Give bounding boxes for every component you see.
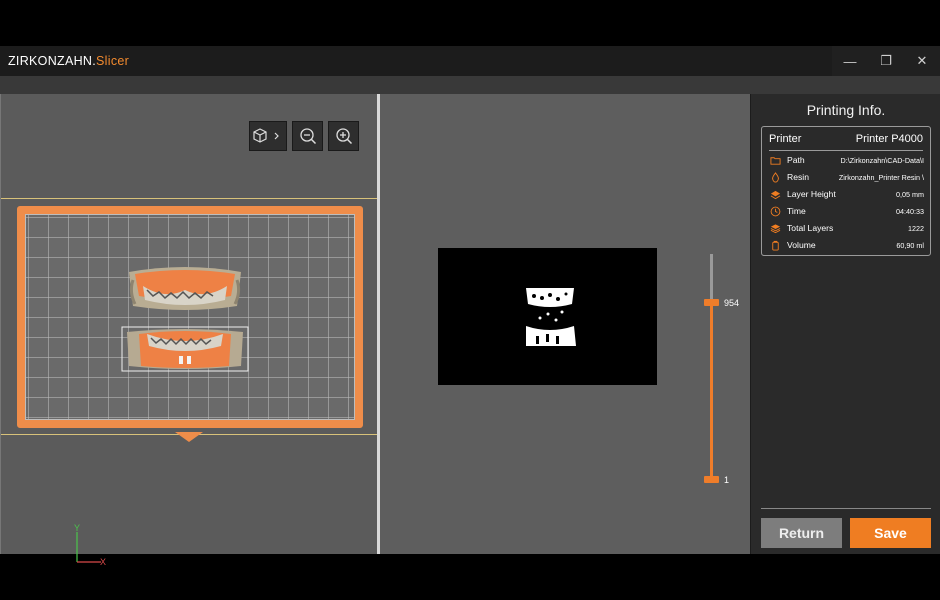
- view-cube-button[interactable]: [249, 121, 287, 151]
- printer-row: Printer Printer P4000: [769, 133, 923, 151]
- info-row-total-layers: Total Layers 1222: [770, 222, 924, 238]
- layer-slice-preview: [438, 248, 657, 385]
- build-platform-viewport[interactable]: Y X: [0, 94, 378, 566]
- layer-min-label: 1: [724, 475, 730, 485]
- zoom-in-button[interactable]: [328, 121, 359, 151]
- zoom-out-button[interactable]: [292, 121, 323, 151]
- panel-separator: [761, 508, 931, 509]
- window-controls: — ❐ ✕: [832, 46, 940, 76]
- minimize-button[interactable]: —: [832, 46, 868, 76]
- slider-handle-bottom[interactable]: [704, 476, 719, 483]
- platform-grid: [25, 214, 355, 420]
- title-bar: ZIRKONZAHN.Slicer — ❐ ✕: [0, 46, 940, 76]
- zoom-in-icon: [335, 128, 352, 145]
- lower-jaw-model[interactable]: [121, 326, 249, 372]
- slider-track-active: [710, 302, 713, 480]
- build-volume-guide-top: [1, 198, 378, 199]
- axis-y-label: Y: [74, 523, 80, 533]
- slider-track-remaining: [710, 254, 713, 302]
- return-button[interactable]: Return: [761, 518, 842, 548]
- app-brand: ZIRKONZAHN.: [8, 54, 97, 68]
- platform-front-marker: [175, 432, 203, 442]
- info-row-layer-height: Layer Height 0,05 mm: [770, 188, 924, 204]
- panel-title: Printing Info.: [806, 102, 886, 118]
- volume-icon: [772, 240, 779, 251]
- info-row-time: Time 04:40:33: [770, 205, 924, 221]
- axis-x-label: X: [100, 557, 106, 566]
- printer-label: Printer: [769, 133, 802, 145]
- printer-value: Printer P4000: [855, 133, 923, 145]
- cube-icon: [253, 128, 279, 143]
- slice-image: [526, 288, 576, 346]
- layer-height-icon: [770, 190, 781, 200]
- printing-info-panel: Printing Info. Printer Printer P4000 Pat…: [750, 94, 940, 554]
- info-row-volume: Volume 60,90 ml: [770, 239, 924, 255]
- slice-viewport: 954 1: [380, 94, 750, 554]
- zoom-out-icon: [299, 128, 316, 145]
- save-button[interactable]: Save: [850, 518, 931, 548]
- printing-info-card: Printer Printer P4000 Path D:\Zirkonzahn…: [761, 126, 931, 256]
- close-button[interactable]: ✕: [904, 46, 940, 76]
- menu-bar: [0, 76, 940, 94]
- layer-max-label: 954: [724, 298, 740, 308]
- build-platform: [17, 206, 363, 428]
- droplet-icon: [772, 172, 779, 183]
- info-row-resin: Resin Zirkonzahn_Printer Resin \: [770, 171, 924, 187]
- axis-gizmo: Y X: [74, 523, 106, 566]
- info-row-path: Path D:\Zirkonzahn\CAD-Data\I: [770, 154, 924, 170]
- upper-jaw-model[interactable]: [125, 266, 245, 314]
- clock-icon: [770, 206, 781, 217]
- app-title: ZIRKONZAHN.Slicer: [8, 54, 129, 68]
- folder-icon: [770, 157, 781, 165]
- app-product: Slicer: [96, 54, 130, 68]
- layers-icon: [770, 224, 781, 234]
- application-window: ZIRKONZAHN.Slicer — ❐ ✕ Y X 954 1 Printi…: [0, 46, 940, 566]
- slider-handle-top[interactable]: [704, 299, 719, 306]
- restore-button[interactable]: ❐: [868, 46, 904, 76]
